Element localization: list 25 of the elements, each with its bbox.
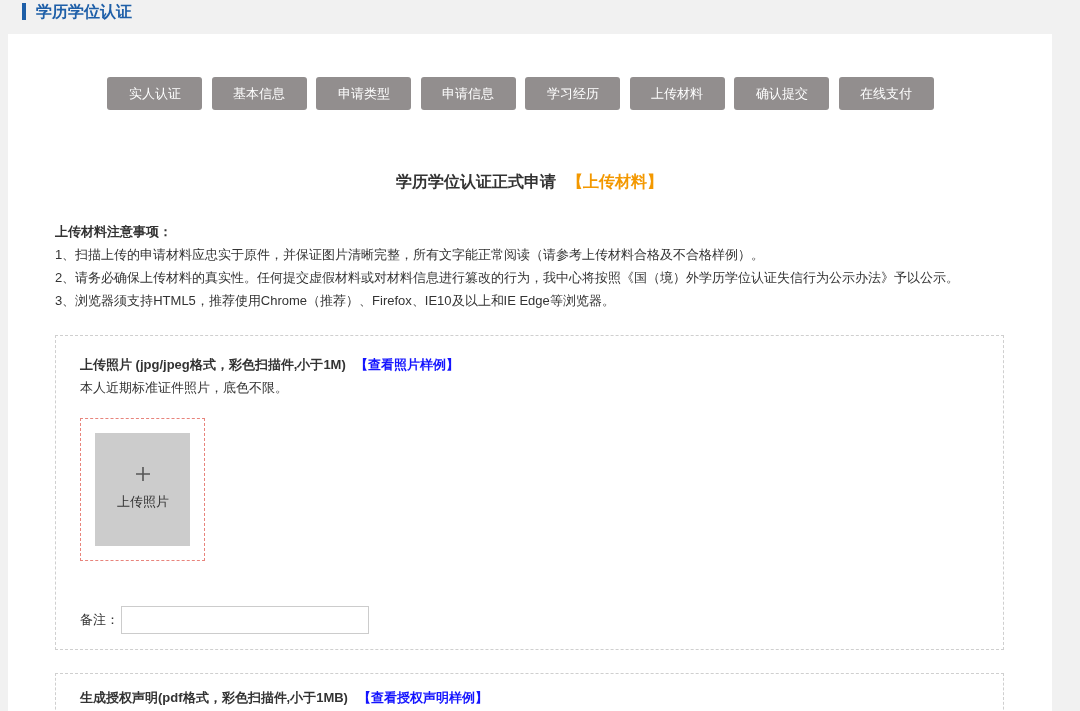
step-tab[interactable]: 基本信息 [211, 77, 307, 110]
section-description: 本人近期标准证件照片，底色不限。 [80, 379, 289, 397]
note-text: 1、扫描上传的申请材料应忠实于原件，并保证图片清晰完整，所有文字能正常阅读（请参考上传材料合格及不合格样例）。 [55, 246, 766, 264]
step-tab[interactable]: 学习经历 [525, 77, 620, 110]
notes-heading: 上传材料注意事项： [55, 223, 173, 241]
step-tab[interactable]: 申请类型 [316, 77, 411, 110]
step-tab[interactable]: 上传材料 [629, 77, 725, 110]
sample-link[interactable]: 【查看授权声明样例】 [357, 690, 488, 705]
form-title: 学历学位认证正式申请 [396, 173, 557, 190]
step-tab[interactable]: 确认提交 [734, 77, 829, 110]
note-text: 2、请务必确保上传材料的真实性。任何提交虚假材料或对材料信息进行篡改的行为，我中心将按照《国（境）外学历学位认证失信行为公示办法》予以公示。 [55, 269, 961, 287]
plus-icon [135, 467, 150, 481]
upload-label: 上传照片 [116, 494, 169, 510]
section-title: 上传照片 (jpg/jpeg格式，彩色扫描件,小于1M) [80, 357, 346, 372]
step-tab[interactable]: 在线支付 [838, 77, 934, 110]
section-title: 生成授权声明(pdf格式，彩色扫描件,小于1MB) [80, 690, 348, 705]
remark-input-field[interactable] [121, 606, 369, 634]
stage-label: 【上传材料】 [566, 173, 663, 190]
sample-link[interactable]: 【查看照片样例】 [355, 357, 460, 372]
page-title: 学历学位认证 [36, 3, 132, 21]
upload-photo-button[interactable]: 上传照片 [95, 433, 190, 546]
step-tab[interactable]: 实人认证 [107, 77, 202, 110]
note-text: 3、浏览器须支持HTML5，推荐使用Chrome（推荐）、Firefox、IE10及以上和IE Edge等浏览器。 [55, 292, 616, 310]
remark-label: 备注： [80, 611, 119, 629]
step-tab[interactable]: 申请信息 [420, 77, 516, 110]
